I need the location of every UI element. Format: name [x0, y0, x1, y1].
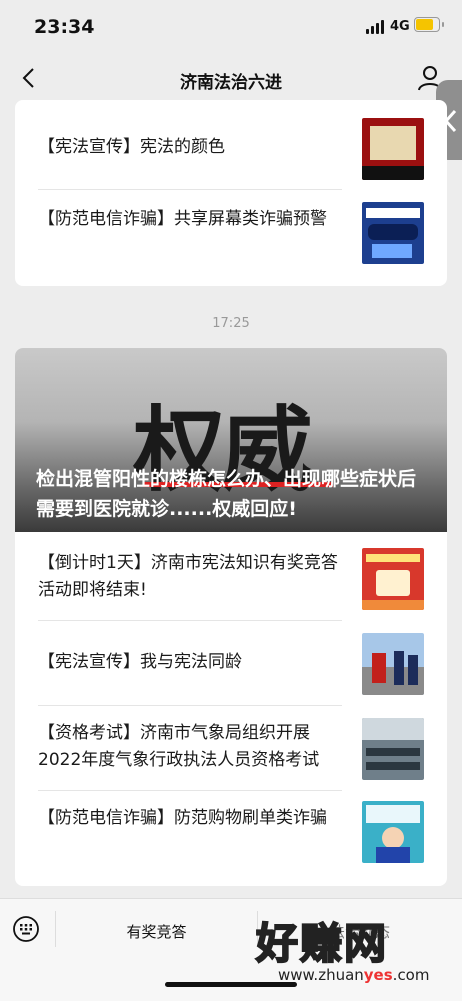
network-type: 4G [390, 19, 410, 34]
article-title: 【防范电信诈骗】共享屏幕类诈骗预警 [38, 209, 327, 229]
home-indicator [165, 982, 297, 987]
article-title: 【倒计时1天】济南市宪法知识有奖竞答活动即将结束! [38, 553, 338, 600]
status-time: 23:34 [34, 16, 95, 38]
status-bar: 23:34 4G [0, 0, 462, 56]
article-item[interactable]: 【宪法宣传】宪法的颜色 [38, 100, 424, 188]
article-item[interactable]: 【防范电信诈骗】共享屏幕类诈骗预警 [38, 190, 424, 286]
keyboard-icon[interactable] [12, 915, 40, 943]
hero-article[interactable]: 权威 检出混管阳性的楼栋怎么办、出现哪些症状后需要到医院就诊......权威回应… [15, 348, 447, 532]
article-item[interactable]: 【资格考试】济南市气象局组织开展2022年度气象行政执法人员资格考试 [38, 706, 424, 790]
page-title: 济南法治六进 [180, 73, 282, 93]
watermark-logo: 好赚网 www.zhuanyes.com [255, 910, 452, 990]
article-item[interactable]: 【宪法宣传】我与宪法同龄 [38, 621, 424, 705]
watermark-text: 好赚网 [255, 918, 389, 969]
article-title: 【防范电信诈骗】防范购物刷单类诈骗 [38, 808, 327, 828]
article-card-previous: 【宪法宣传】宪法的颜色 【防范电信诈骗】共享屏幕类诈骗预警 [15, 100, 447, 286]
article-thumbnail [362, 801, 424, 863]
article-title: 【宪法宣传】宪法的颜色 [38, 137, 225, 157]
hero-headline: 检出混管阳性的楼栋怎么办、出现哪些症状后需要到医院就诊......权威回应! [36, 468, 417, 520]
message-timestamp: 17:25 [212, 316, 250, 331]
article-thumbnail [362, 118, 424, 180]
article-title: 【资格考试】济南市气象局组织开展2022年度气象行政执法人员资格考试 [38, 723, 320, 770]
battery-icon [414, 17, 444, 32]
article-thumbnail [362, 548, 424, 610]
article-item[interactable]: 【倒计时1天】济南市宪法知识有奖竞答活动即将结束! [38, 534, 424, 620]
nav-bar: 济南法治六进 [0, 56, 462, 102]
menu-item-quiz[interactable]: 有奖竞答 [56, 921, 257, 942]
article-thumbnail [362, 202, 424, 264]
article-thumbnail [362, 718, 424, 780]
article-thumbnail [362, 633, 424, 695]
watermark-url: www.zhuanyes.com [278, 966, 430, 984]
signal-icon [366, 20, 384, 34]
article-item[interactable]: 【防范电信诈骗】防范购物刷单类诈骗 [38, 791, 424, 886]
article-card-latest: 权威 检出混管阳性的楼栋怎么办、出现哪些症状后需要到医院就诊......权威回应… [15, 348, 447, 886]
article-title: 【宪法宣传】我与宪法同龄 [38, 652, 242, 672]
